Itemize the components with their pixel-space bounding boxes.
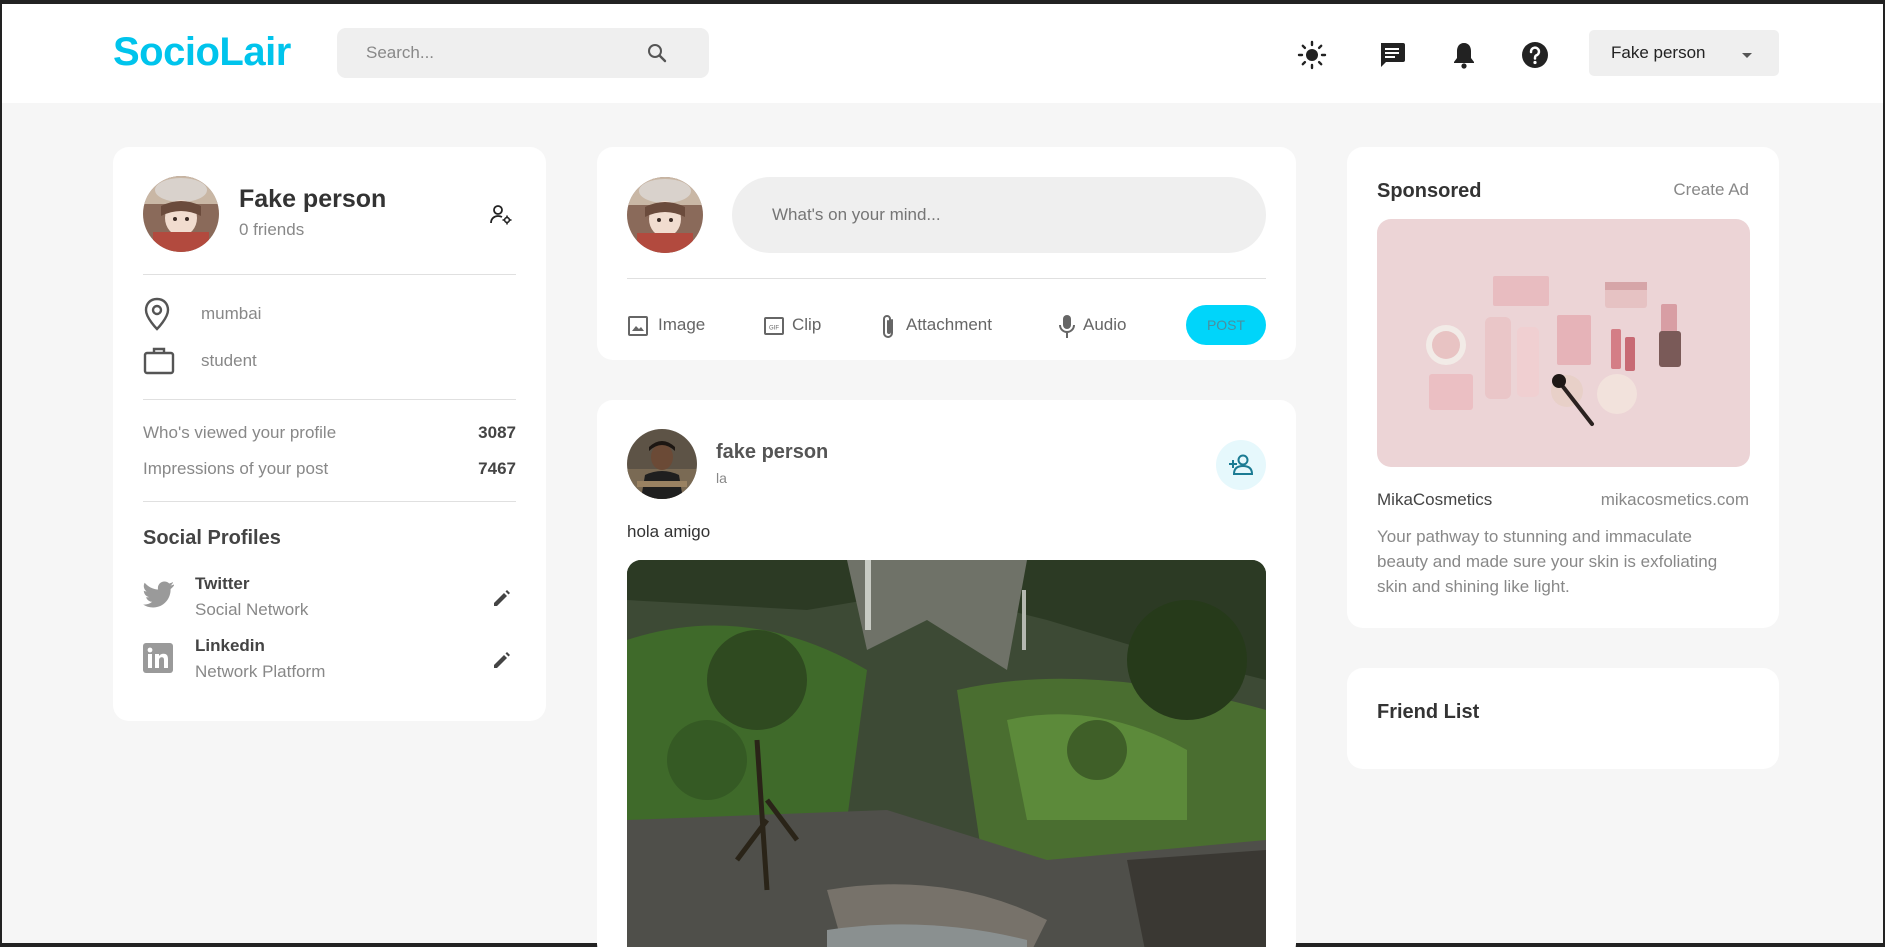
post-composer-card: Image GIF Clip Attachment Audio POST [597,147,1296,360]
add-friend-icon [1229,454,1254,475]
stat-value-impressions: 7467 [478,459,516,478]
manage-account-icon[interactable] [489,203,513,227]
user-dropdown-name: Fake person [1611,43,1706,62]
stat-label-profile-views: Who's viewed your profile [143,423,337,442]
briefcase-icon [143,347,175,375]
composer-clip-label: Clip [792,315,822,334]
stat-label-impressions: Impressions of your post [143,459,329,478]
post-author-location: la [716,470,727,486]
sponsored-title: Sponsored [1377,180,1482,202]
post-author-avatar[interactable] [627,429,697,499]
profile-name[interactable]: Fake person [239,185,386,214]
chevron-down-icon [1742,53,1752,58]
post-text: hola amigo [627,522,711,541]
profile-location: mumbai [201,304,262,323]
post-button[interactable]: POST [1186,305,1266,345]
linkedin-icon [143,643,173,673]
svg-text:GIF: GIF [769,326,779,332]
social-profiles-title: Social Profiles [143,527,281,549]
post-image[interactable] [627,560,1266,947]
ad-url[interactable]: mikacosmetics.com [1601,490,1749,510]
social-twitter-name[interactable]: Twitter [195,574,249,594]
profile-friends-count: 0 friends [239,220,305,239]
composer-input[interactable] [732,177,1266,253]
search-icon[interactable] [645,41,669,65]
image-icon [628,316,648,336]
sun-icon[interactable] [1297,40,1327,70]
sponsored-card: Sponsored Create Ad MikaCosmetics mikaco… [1347,147,1779,628]
edit-twitter-icon[interactable] [491,587,513,609]
composer-audio-label: Audio [1083,315,1127,334]
social-linkedin-type: Network Platform [195,662,326,681]
post-author-name[interactable]: fake person [716,441,828,464]
message-icon[interactable] [1377,40,1407,70]
post-card: fake person la hola amigo [597,400,1296,947]
stat-value-profile-views: 3087 [478,423,516,442]
avatar-image [627,429,697,499]
create-ad-link[interactable]: Create Ad [1673,180,1749,200]
profile-divider-3 [143,501,516,502]
ad-image[interactable] [1377,219,1750,467]
attachment-icon [883,315,893,338]
search-bar [337,28,709,78]
help-icon[interactable] [1520,40,1550,70]
microphone-icon [1059,315,1075,338]
friend-list-card: Friend List [1347,668,1779,769]
profile-occupation: student [201,351,257,370]
avatar-image [143,176,219,252]
app-logo[interactable]: SocioLair [113,30,291,75]
social-twitter-type: Social Network [195,600,309,619]
profile-avatar[interactable] [143,176,219,252]
profile-divider-2 [143,399,516,400]
location-icon [144,297,170,331]
ad-description-line-2: beauty and made sure your skin is exfoli… [1377,552,1718,571]
composer-attachment-label: Attachment [906,315,992,334]
gif-icon: GIF [764,317,784,335]
search-input[interactable] [337,28,637,78]
avatar-image [627,177,703,253]
cosmetics-photo [1377,219,1750,467]
composer-divider [627,278,1266,279]
add-friend-button[interactable] [1216,440,1266,490]
profile-divider-1 [143,274,516,275]
edit-linkedin-icon[interactable] [491,649,513,671]
top-navbar: SocioLair Fake person [2,4,1883,103]
twitter-icon [143,581,174,608]
user-dropdown[interactable]: Fake person [1589,30,1779,76]
social-linkedin-name[interactable]: Linkedin [195,636,265,656]
friend-list-title: Friend List [1377,701,1480,723]
ad-description-line-3: skin and shining like light. [1377,577,1570,596]
bell-icon[interactable] [1449,40,1479,70]
ad-brand-name: MikaCosmetics [1377,490,1493,509]
post-photo [627,560,1266,947]
composer-avatar [627,177,703,253]
profile-card: Fake person 0 friends mumbai student Who… [113,147,546,721]
ad-description-line-1: Your pathway to stunning and immaculate [1377,527,1693,546]
composer-image-label: Image [658,315,706,334]
